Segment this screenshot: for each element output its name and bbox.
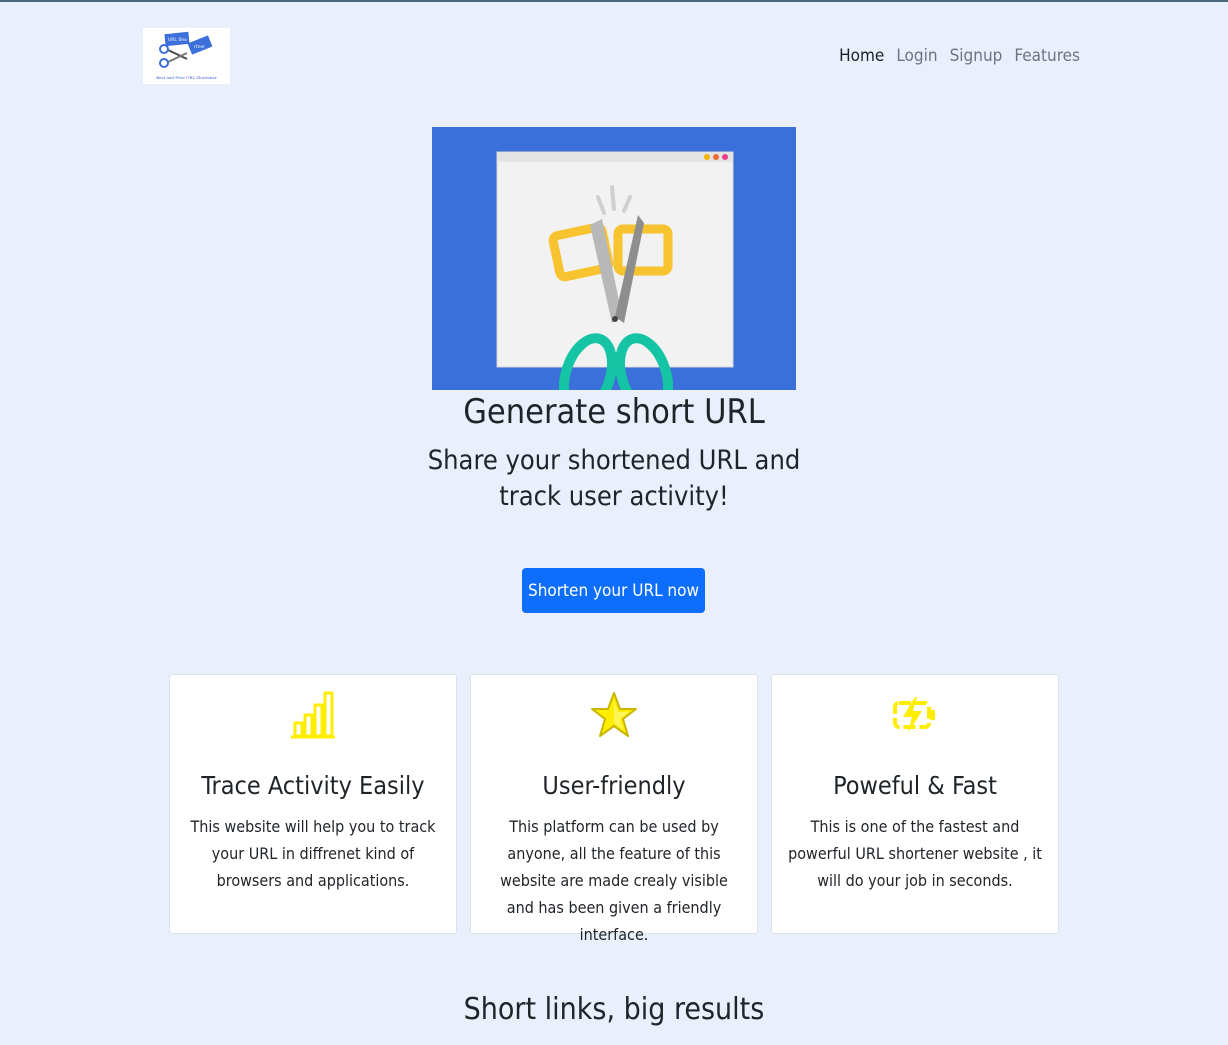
hero-illustration bbox=[432, 127, 796, 390]
feature-title: Poweful & Fast bbox=[833, 771, 997, 800]
battery-charging-icon bbox=[772, 689, 1058, 741]
feature-description: This is one of the fastest and powerful … bbox=[788, 817, 1042, 890]
star-icon bbox=[471, 689, 757, 741]
hero-subtitle: Share your shortened URL and track user … bbox=[427, 445, 801, 512]
feature-description: This platform can be used by anyone, all… bbox=[500, 817, 728, 944]
feature-title: Trace Activity Easily bbox=[201, 771, 425, 800]
feature-card-trace-activity: Trace Activity Easily This website will … bbox=[169, 674, 457, 934]
hero-title: Generate short URL bbox=[463, 392, 765, 432]
nav-home[interactable]: Home bbox=[839, 46, 884, 66]
nav-signup[interactable]: Signup bbox=[950, 46, 1003, 66]
nav-features[interactable]: Features bbox=[1014, 46, 1080, 66]
feature-title: User-friendly bbox=[542, 771, 686, 800]
svg-text:URL Sho: URL Sho bbox=[168, 37, 187, 43]
site-logo[interactable]: URL Sho rtner Best and Free URL Shortene… bbox=[143, 28, 230, 84]
feature-card-powerful-fast: Poweful & Fast This is one of the fastes… bbox=[771, 674, 1059, 934]
bar-chart-icon bbox=[170, 689, 456, 741]
nav-login[interactable]: Login bbox=[896, 46, 937, 66]
logo-caption: Best and Free URL Shortener bbox=[156, 75, 217, 80]
section-title: Short links, big results bbox=[463, 992, 765, 1027]
main-nav: Home Login Signup Features bbox=[839, 46, 1080, 66]
feature-description: This website will help you to track your… bbox=[190, 817, 436, 890]
feature-card-user-friendly: User-friendly This platform can be used … bbox=[470, 674, 758, 944]
shorten-url-button[interactable]: Shorten your URL now bbox=[522, 568, 705, 613]
svg-text:rtner: rtner bbox=[194, 44, 205, 50]
